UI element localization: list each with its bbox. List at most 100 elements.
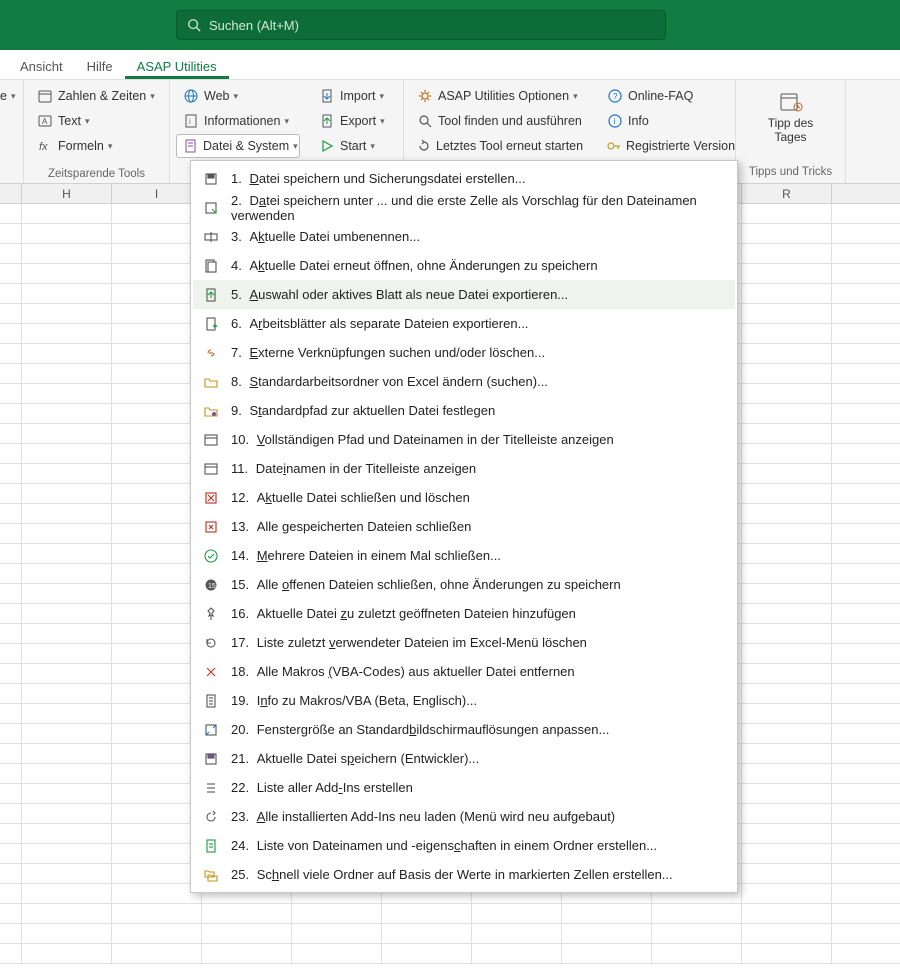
- ribbon-export[interactable]: Export▾: [312, 109, 397, 133]
- ribbon-web[interactable]: Web▾: [176, 84, 300, 108]
- cell[interactable]: [22, 904, 112, 923]
- cell[interactable]: [202, 904, 292, 923]
- cell[interactable]: [22, 684, 112, 703]
- cell[interactable]: [472, 904, 562, 923]
- menu-item-4[interactable]: 4. Aktuelle Datei erneut öffnen, ohne Än…: [193, 251, 735, 280]
- cell[interactable]: [742, 724, 832, 743]
- cell[interactable]: [22, 264, 112, 283]
- cell[interactable]: [742, 624, 832, 643]
- cell[interactable]: [742, 844, 832, 863]
- cell[interactable]: [112, 464, 202, 483]
- menu-item-14[interactable]: 14. Mehrere Dateien in einem Mal schließ…: [193, 541, 735, 570]
- cell[interactable]: [112, 504, 202, 523]
- cell[interactable]: [742, 304, 832, 323]
- cell[interactable]: [0, 664, 22, 683]
- cell[interactable]: [652, 924, 742, 943]
- cell[interactable]: [0, 764, 22, 783]
- ribbon-zahlen-zeiten[interactable]: Zahlen & Zeiten▾: [30, 84, 163, 108]
- cell[interactable]: [112, 864, 202, 883]
- cell[interactable]: [0, 504, 22, 523]
- cell[interactable]: [22, 304, 112, 323]
- cell[interactable]: [472, 944, 562, 963]
- cell[interactable]: [112, 284, 202, 303]
- cell[interactable]: [112, 324, 202, 343]
- menu-item-11[interactable]: 11. Dateinamen in der Titelleiste anzeig…: [193, 454, 735, 483]
- cell[interactable]: [22, 884, 112, 903]
- cell[interactable]: [292, 924, 382, 943]
- cell[interactable]: [0, 644, 22, 663]
- cell[interactable]: [742, 204, 832, 223]
- cell[interactable]: [742, 924, 832, 943]
- ribbon-informationen[interactable]: i Informationen▾: [176, 109, 300, 133]
- cell[interactable]: [112, 724, 202, 743]
- cell[interactable]: [742, 684, 832, 703]
- cell[interactable]: [112, 344, 202, 363]
- col-header[interactable]: R: [742, 184, 832, 203]
- cell[interactable]: [22, 624, 112, 643]
- cell[interactable]: [22, 824, 112, 843]
- cell[interactable]: [0, 724, 22, 743]
- cell[interactable]: [0, 624, 22, 643]
- cell[interactable]: [742, 644, 832, 663]
- cell[interactable]: [22, 844, 112, 863]
- cell[interactable]: [652, 944, 742, 963]
- ribbon-online-faq[interactable]: ? Online-FAQ: [600, 84, 729, 108]
- cell[interactable]: [22, 784, 112, 803]
- cell[interactable]: [22, 244, 112, 263]
- cell[interactable]: [22, 764, 112, 783]
- cell[interactable]: [112, 604, 202, 623]
- cell[interactable]: [0, 204, 22, 223]
- cell[interactable]: [112, 844, 202, 863]
- cell[interactable]: [0, 384, 22, 403]
- cell[interactable]: [112, 544, 202, 563]
- cell[interactable]: [742, 284, 832, 303]
- cell[interactable]: [112, 384, 202, 403]
- cell[interactable]: [22, 344, 112, 363]
- ribbon-button-cut-left[interactable]: e▾: [0, 84, 17, 108]
- cell[interactable]: [742, 904, 832, 923]
- cell[interactable]: [112, 224, 202, 243]
- cell[interactable]: [0, 744, 22, 763]
- cell[interactable]: [22, 664, 112, 683]
- cell[interactable]: [0, 704, 22, 723]
- cell[interactable]: [742, 584, 832, 603]
- cell[interactable]: [742, 944, 832, 963]
- cell[interactable]: [742, 504, 832, 523]
- ribbon-letztes-tool[interactable]: Letztes Tool erneut starten: [410, 134, 588, 158]
- cell[interactable]: [202, 924, 292, 943]
- cell[interactable]: [112, 704, 202, 723]
- cell[interactable]: [22, 724, 112, 743]
- cell[interactable]: [742, 384, 832, 403]
- cell[interactable]: [382, 904, 472, 923]
- cell[interactable]: [742, 744, 832, 763]
- cell[interactable]: [22, 404, 112, 423]
- menu-item-1[interactable]: 1. Datei speichern und Sicherungsdatei e…: [193, 164, 735, 193]
- menu-item-18[interactable]: 18. Alle Makros (VBA-Codes) aus aktuelle…: [193, 657, 735, 686]
- cell[interactable]: [562, 904, 652, 923]
- cell[interactable]: [22, 604, 112, 623]
- cell[interactable]: [112, 304, 202, 323]
- cell[interactable]: [22, 524, 112, 543]
- cell[interactable]: [112, 524, 202, 543]
- cell[interactable]: [22, 204, 112, 223]
- cell[interactable]: [112, 904, 202, 923]
- cell[interactable]: [0, 684, 22, 703]
- cell[interactable]: [0, 444, 22, 463]
- cell[interactable]: [0, 584, 22, 603]
- cell[interactable]: [742, 864, 832, 883]
- ribbon-tipp-des-tages[interactable]: Tipp desTages: [742, 84, 839, 164]
- cell[interactable]: [202, 944, 292, 963]
- cell[interactable]: [742, 544, 832, 563]
- cell[interactable]: [562, 924, 652, 943]
- cell[interactable]: [22, 744, 112, 763]
- cell[interactable]: [22, 384, 112, 403]
- cell[interactable]: [22, 464, 112, 483]
- cell[interactable]: [742, 344, 832, 363]
- menu-item-17[interactable]: 17. Liste zuletzt verwendeter Dateien im…: [193, 628, 735, 657]
- cell[interactable]: [742, 784, 832, 803]
- ribbon-info[interactable]: i Info: [600, 109, 729, 133]
- cell[interactable]: [0, 244, 22, 263]
- cell[interactable]: [562, 944, 652, 963]
- cell[interactable]: [472, 924, 562, 943]
- cell[interactable]: [742, 704, 832, 723]
